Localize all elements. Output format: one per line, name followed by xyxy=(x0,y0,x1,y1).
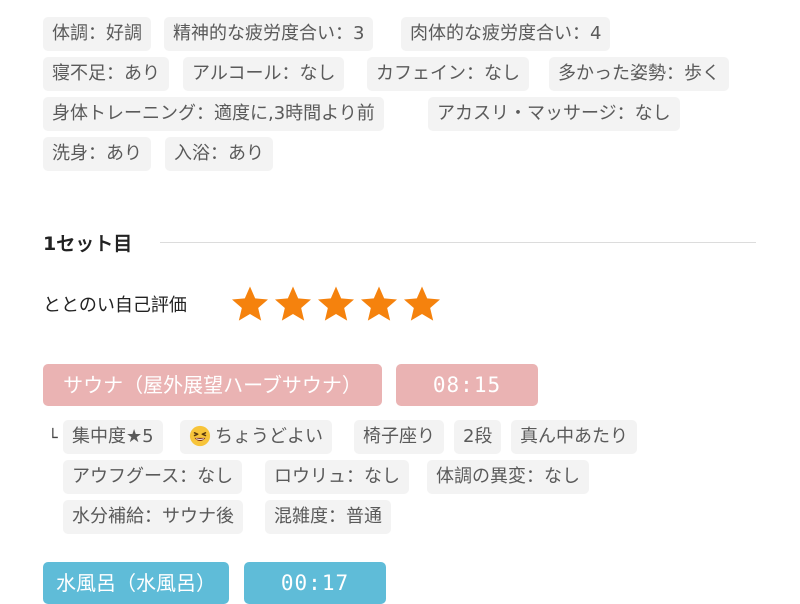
indent-mark: └ xyxy=(48,428,58,447)
condition-tag-caffeine: カフェイン：なし xyxy=(367,57,529,91)
sauna-time-pill: 08:15 xyxy=(396,364,538,406)
sauna-tag-temperature: ちょうどよい xyxy=(180,420,332,454)
rating-label: ととのい自己評価 xyxy=(43,295,187,316)
sauna-tag-loyly: ロウリュ：なし xyxy=(265,460,409,494)
sauna-tag-temperature-label: ちょうどよい xyxy=(215,426,323,447)
water-bath-name-pill: 水風呂（水風呂） xyxy=(43,562,229,604)
set-title: 1セット目 xyxy=(43,233,133,255)
sauna-tag-position: 真ん中あたり xyxy=(511,420,637,454)
sauna-tag-aufguss: アウフグース：なし xyxy=(63,460,243,494)
condition-tag-sleep: 寝不足：あり xyxy=(43,57,169,91)
condition-tag-body-wash: 洗身：あり xyxy=(43,137,151,171)
condition-tag-posture: 多かった姿勢：歩く xyxy=(549,57,729,91)
condition-tag-mental-fatigue: 精神的な疲労度合い：3 xyxy=(164,17,374,51)
star-icon xyxy=(361,286,397,321)
water-bath-time-pill: 00:17 xyxy=(244,562,386,604)
condition-tag-bath: 入浴：あり xyxy=(165,137,273,171)
star-icon xyxy=(232,286,268,321)
sauna-tag-tier: 2段 xyxy=(454,420,502,454)
star-icon xyxy=(404,286,440,321)
condition-tag-massage: アカスリ・マッサージ：なし xyxy=(428,97,680,131)
sauna-tag-seating: 椅子座り xyxy=(354,420,444,454)
sauna-tag-hydration: 水分補給：サウナ後 xyxy=(63,500,243,534)
star-icon xyxy=(318,286,354,321)
condition-tag-training: 身体トレーニング：適度に,3時間より前 xyxy=(43,97,384,131)
grinning-squinting-face-icon xyxy=(189,425,211,446)
condition-tag-alcohol: アルコール：なし xyxy=(183,57,345,91)
condition-tag-health: 体調：好調 xyxy=(43,17,151,51)
condition-tag-physical-fatigue: 肉体的な疲労度合い：4 xyxy=(401,17,611,51)
sauna-tag-crowd: 混雑度：普通 xyxy=(265,500,391,534)
sauna-tag-condition-change: 体調の異変：なし xyxy=(427,460,589,494)
section-divider xyxy=(160,242,756,243)
star-icon xyxy=(275,286,311,321)
sauna-name-pill: サウナ（屋外展望ハーブサウナ） xyxy=(43,364,382,406)
sauna-tag-focus: 集中度★5 xyxy=(63,420,163,454)
